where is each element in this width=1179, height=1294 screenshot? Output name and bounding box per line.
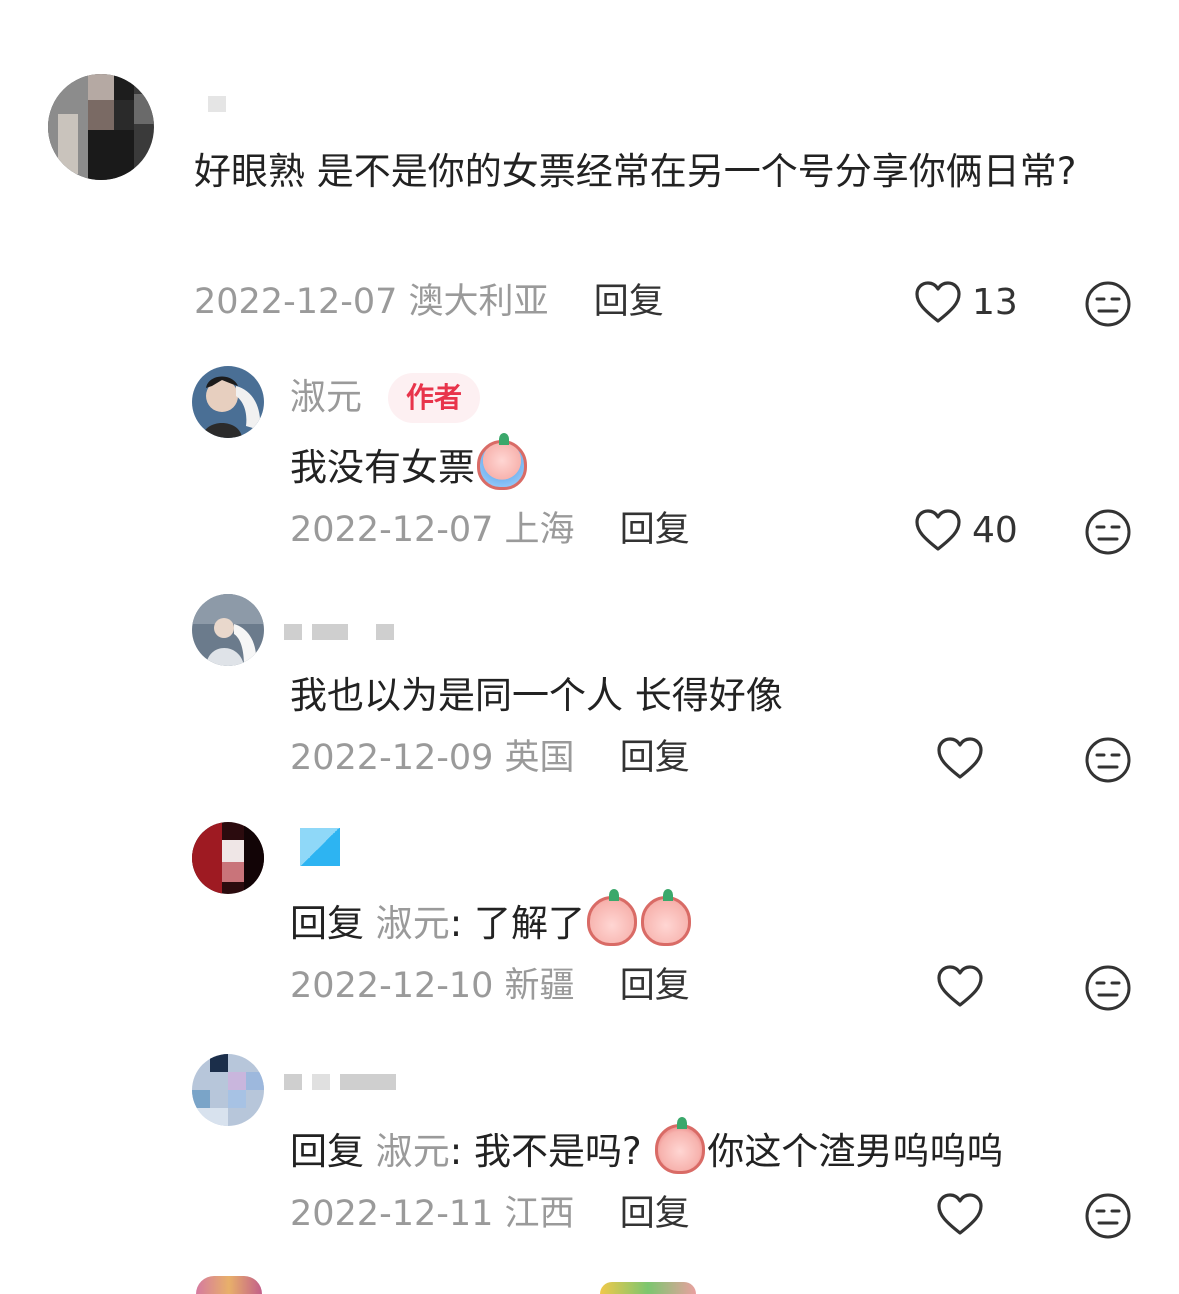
heart-icon bbox=[937, 737, 983, 779]
like-count: 40 bbox=[972, 509, 1018, 551]
username-blurred[interactable] bbox=[284, 624, 394, 640]
dislike-face-icon[interactable] bbox=[1084, 508, 1132, 556]
username-blurred[interactable] bbox=[284, 1074, 396, 1090]
like-button[interactable] bbox=[936, 736, 984, 780]
next-comment-emoji-peek bbox=[600, 1282, 696, 1294]
comment-text: 我没有女票 bbox=[290, 433, 529, 500]
reply-button[interactable]: 回复 bbox=[620, 966, 690, 1006]
reply-item: 淑元 作者 我没有女票 2022-12-07 上海 回复 40 bbox=[0, 340, 1179, 568]
like-button[interactable] bbox=[936, 964, 984, 1008]
dislike-face-icon[interactable] bbox=[1084, 1192, 1132, 1240]
dislike-face-icon[interactable] bbox=[1084, 280, 1132, 328]
username-blurred[interactable] bbox=[208, 96, 226, 112]
comment-location: 新疆 bbox=[504, 966, 575, 1006]
heart-icon bbox=[915, 281, 961, 323]
reply-item: 回复 淑元: 我不是吗? 你这个渣男呜呜呜 2022-12-11 江西 回复 bbox=[0, 1024, 1179, 1252]
avatar[interactable] bbox=[192, 822, 264, 894]
avatar[interactable] bbox=[192, 594, 264, 666]
like-button[interactable]: 40 bbox=[914, 508, 1018, 552]
comment-meta: 2022-12-07 澳大利亚 回复 bbox=[194, 280, 664, 324]
surprised-emoji-icon bbox=[641, 889, 691, 946]
heart-icon bbox=[915, 509, 961, 551]
reply-button[interactable]: 回复 bbox=[594, 282, 664, 322]
like-button[interactable]: 13 bbox=[914, 280, 1018, 324]
author-badge: 作者 bbox=[388, 373, 481, 423]
crying-emoji-icon bbox=[477, 433, 527, 490]
comment-meta: 2022-12-07 上海 回复 bbox=[290, 508, 690, 552]
username-blurred[interactable] bbox=[300, 828, 340, 866]
reply-target-username[interactable]: 淑元 bbox=[376, 902, 450, 945]
like-button[interactable] bbox=[936, 1192, 984, 1236]
reply-button[interactable]: 回复 bbox=[620, 510, 690, 550]
comment-location: 英国 bbox=[504, 738, 575, 778]
comment-text: 好眼熟 是不是你的女票经常在另一个号分享你俩日常? bbox=[194, 150, 1077, 193]
next-comment-avatar-peek[interactable] bbox=[196, 1276, 262, 1294]
heart-icon bbox=[937, 965, 983, 1007]
reply-button[interactable]: 回复 bbox=[620, 738, 690, 778]
dislike-face-icon[interactable] bbox=[1084, 736, 1132, 784]
comment-date: 2022-12-10 bbox=[290, 966, 494, 1006]
comment-date: 2022-12-07 bbox=[290, 510, 494, 550]
comment-meta: 2022-12-10 新疆 回复 bbox=[290, 964, 690, 1008]
comment-item: 好眼熟 是不是你的女票经常在另一个号分享你俩日常? 2022-12-07 澳大利… bbox=[0, 0, 1179, 340]
comment-text: 回复 淑元: 了解了 bbox=[290, 889, 693, 956]
comment-text: 我也以为是同一个人 长得好像 bbox=[290, 674, 783, 717]
dislike-face-icon[interactable] bbox=[1084, 964, 1132, 1012]
comment-date: 2022-12-09 bbox=[290, 738, 494, 778]
comment-location: 澳大利亚 bbox=[408, 282, 549, 322]
comment-location: 上海 bbox=[504, 510, 575, 550]
comment-date: 2022-12-11 bbox=[290, 1194, 494, 1234]
username[interactable]: 淑元 bbox=[290, 376, 362, 420]
reply-item: 我也以为是同一个人 长得好像 2022-12-09 英国 回复 bbox=[0, 568, 1179, 796]
reply-item: 回复 淑元: 了解了 2022-12-10 新疆 回复 bbox=[0, 796, 1179, 1024]
surprised-emoji-icon bbox=[587, 889, 637, 946]
heart-icon bbox=[937, 1193, 983, 1235]
avatar[interactable] bbox=[192, 1054, 264, 1126]
comment-date: 2022-12-07 bbox=[194, 282, 398, 322]
shy-emoji-icon bbox=[655, 1117, 706, 1174]
like-count: 13 bbox=[972, 281, 1018, 323]
comment-meta: 2022-12-11 江西 回复 bbox=[290, 1192, 690, 1236]
avatar[interactable] bbox=[48, 74, 154, 180]
reply-button[interactable]: 回复 bbox=[620, 1194, 690, 1234]
reply-target-username[interactable]: 淑元 bbox=[376, 1130, 450, 1173]
comment-meta: 2022-12-09 英国 回复 bbox=[290, 736, 690, 780]
avatar[interactable] bbox=[192, 366, 264, 438]
comment-text: 回复 淑元: 我不是吗? 你这个渣男呜呜呜 bbox=[290, 1117, 1003, 1184]
comment-location: 江西 bbox=[504, 1194, 575, 1234]
